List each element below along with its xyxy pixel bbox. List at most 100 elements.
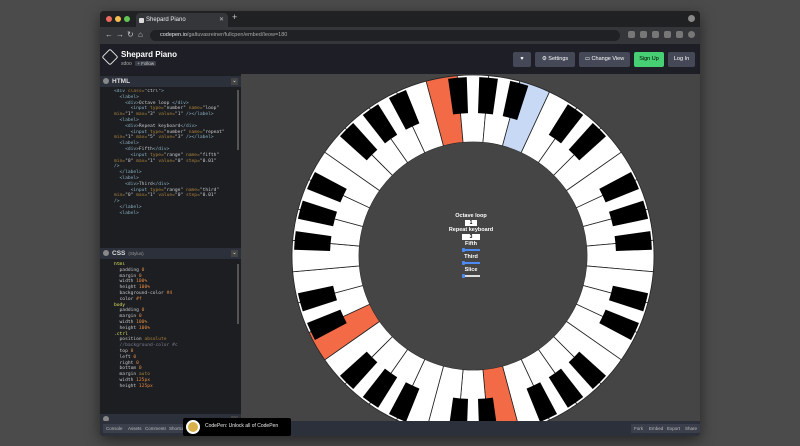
codepen-header: Shepard Piano sdoo + Follow ♥ ⚙ Settings… (100, 44, 700, 74)
css-preprocessor: (Stylus) (128, 251, 144, 256)
change-view-label: Change View (591, 56, 625, 62)
code-token: padding (114, 308, 142, 314)
extension-icon[interactable] (664, 31, 671, 38)
code-token: "range" (163, 152, 186, 158)
code-token: margin (114, 372, 139, 378)
menu-icon[interactable] (688, 31, 695, 38)
repeat-keyboard-label: Repeat keyboard (448, 227, 494, 233)
repeat-keyboard-input[interactable]: 3 (462, 234, 480, 240)
minimize-window-icon[interactable] (115, 16, 121, 22)
html-code-area[interactable]: <div class="ctrl"> <label> <div>Octave l… (100, 89, 241, 245)
new-tab-icon[interactable]: + (232, 12, 237, 22)
code-token: </div> (172, 100, 189, 106)
code-token: "1" (125, 112, 137, 118)
preview-pane: Octave loop 1 Repeat keyboard 3 Fifth Th… (241, 74, 700, 436)
fifth-label: Fifth (465, 241, 477, 247)
code-token: value= (158, 135, 175, 141)
code-token: "range" (163, 187, 186, 193)
fork-button[interactable]: Fork (631, 424, 646, 433)
change-view-button[interactable]: ▭ Change View (579, 52, 630, 67)
upgrade-popup[interactable]: CodePen: Unlock all of CodePen (183, 418, 291, 436)
popup-text: CodePen: Unlock all of CodePen (205, 423, 279, 429)
code-token: "loop" (202, 106, 220, 112)
export-button[interactable]: Export (664, 424, 684, 433)
code-token: //background-color #c (114, 343, 178, 349)
fifth-slider[interactable] (462, 248, 480, 252)
coin-icon (186, 420, 200, 434)
url-field[interactable]: codepen.io/galtuvasreiner/fullcpen/embed… (150, 30, 620, 41)
code-token: width (114, 279, 137, 285)
html-editor-header[interactable]: HTML ⌄ (100, 76, 241, 87)
html-scrollbar[interactable] (237, 90, 239, 150)
tab-title: Shepard Piano (146, 17, 186, 23)
pen-author: sdoo + Follow (121, 61, 157, 67)
css-editor-header[interactable]: CSS (Stylus) ⌄ (100, 248, 241, 259)
code-token: max= (136, 135, 148, 141)
share-button[interactable]: Share (682, 424, 700, 433)
third-slider[interactable] (462, 261, 480, 265)
code-token: 100% (138, 285, 150, 291)
extension-icon[interactable] (640, 31, 647, 38)
gear-icon[interactable] (103, 250, 109, 256)
code-token: min= (114, 158, 126, 164)
code-token: top (114, 348, 131, 354)
code-token: min= (114, 193, 126, 199)
code-token: 0 (138, 366, 142, 372)
code-token: "1" (125, 135, 137, 141)
url-path: /galtuvasreiner/fullcpen/embed/Ieow=180 (186, 32, 288, 38)
heart-button[interactable]: ♥ (513, 52, 531, 67)
home-icon[interactable]: ⌂ (138, 30, 143, 39)
css-scrollbar[interactable] (237, 264, 239, 324)
extensions-puzzle-icon[interactable] (676, 31, 683, 38)
profile-icon[interactable] (688, 15, 695, 22)
close-tab-icon[interactable]: ✕ (219, 13, 224, 27)
browser-window: Shepard Piano ✕ + ← → ↻ ⌂ codepen.io/gal… (100, 11, 700, 436)
code-token: 0 (141, 308, 145, 314)
chevron-down-icon[interactable]: ⌄ (231, 250, 238, 257)
octave-loop-input[interactable]: 1 (465, 220, 477, 226)
codepen-logo-icon[interactable] (101, 48, 119, 66)
bookmark-icon[interactable] (628, 31, 635, 38)
code-token: "1" (147, 158, 159, 164)
code-token: min= (114, 135, 126, 141)
code-token: "0" (125, 193, 137, 199)
code-token: 0 (136, 360, 139, 366)
code-token: </div> (152, 146, 170, 152)
code-token: width (114, 319, 137, 325)
pen-title: Shepard Piano (121, 50, 178, 59)
code-token: min= (114, 112, 126, 118)
settings-label: Settings (548, 56, 569, 62)
url-domain: codepen.io (160, 32, 187, 38)
back-icon[interactable]: ← (105, 30, 113, 39)
follow-button[interactable]: + Follow (135, 61, 157, 66)
code-token: "3" (174, 135, 186, 141)
reload-icon[interactable]: ↻ (127, 30, 134, 39)
maximize-window-icon[interactable] (124, 16, 130, 22)
code-token: #f (136, 296, 142, 302)
forward-icon[interactable]: → (116, 30, 124, 39)
css-code-area[interactable]: html padding 0 margin 0 width 100% heigh… (100, 262, 241, 412)
code-token: width (114, 377, 137, 383)
signup-button[interactable]: Sign Up (634, 52, 664, 67)
heart-icon: ♥ (520, 56, 524, 62)
code-token: /></label> (186, 112, 214, 118)
close-window-icon[interactable] (106, 16, 112, 22)
code-token: max= (136, 158, 148, 164)
browser-tab[interactable]: Shepard Piano ✕ (136, 13, 228, 27)
code-token: body (114, 302, 126, 308)
code-token: height (114, 285, 139, 291)
code-token: #4 (166, 290, 173, 296)
author-name[interactable]: sdoo (121, 61, 132, 67)
login-button[interactable]: Log In (668, 52, 695, 67)
settings-button[interactable]: ⚙ Settings (535, 52, 575, 67)
chevron-down-icon[interactable]: ⌄ (231, 78, 238, 85)
octave-loop-label: Octave loop (455, 213, 487, 219)
code-token: value= (158, 193, 175, 199)
console-button[interactable]: Console (103, 424, 126, 433)
code-token: <label> (114, 141, 139, 147)
code-token: "number" (163, 106, 189, 112)
code-token: absolute (144, 337, 167, 343)
slice-slider[interactable] (462, 274, 480, 278)
gear-icon[interactable] (103, 78, 109, 84)
extension-icon[interactable] (652, 31, 659, 38)
